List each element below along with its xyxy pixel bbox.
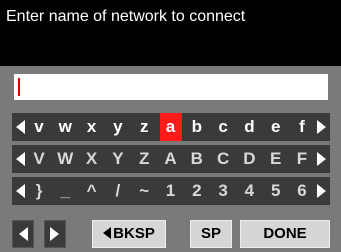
backspace-label: BKSP (113, 225, 155, 242)
key-upper-9[interactable]: E (265, 145, 287, 173)
key-lower-4[interactable]: z (133, 113, 155, 141)
key-upper-1[interactable]: W (54, 145, 76, 173)
row-right-arrow-icon[interactable] (317, 152, 326, 166)
row-left-arrow-icon[interactable] (16, 120, 25, 134)
key-lower-9[interactable]: e (265, 113, 287, 141)
key-symbol-0[interactable]: } (28, 177, 50, 205)
key-symbol-2[interactable]: ^ (81, 177, 103, 205)
key-upper-2[interactable]: X (81, 145, 103, 173)
key-row-lowercase: vwxyzabcdef (12, 113, 330, 141)
key-lower-0[interactable]: v (28, 113, 50, 141)
text-caret (18, 78, 20, 96)
key-row-uppercase: VWXYZABCDEF (12, 145, 330, 173)
keyboard-screen: Enter name of network to connect vwxyzab… (0, 0, 341, 252)
key-symbol-3[interactable]: / (107, 177, 129, 205)
row-left-arrow-icon[interactable] (16, 152, 25, 166)
backspace-button[interactable]: BKSP (92, 220, 166, 248)
backspace-arrow-icon (103, 227, 112, 240)
cursor-left-button[interactable] (12, 220, 34, 248)
key-lower-10[interactable]: f (291, 113, 313, 141)
key-lower-3[interactable]: y (107, 113, 129, 141)
prompt-title: Enter name of network to connect (6, 8, 246, 25)
key-symbol-8[interactable]: 4 (238, 177, 260, 205)
space-button[interactable]: SP (190, 220, 232, 248)
key-lower-8[interactable]: d (238, 113, 260, 141)
network-name-input[interactable] (14, 74, 328, 100)
key-symbol-7[interactable]: 3 (212, 177, 234, 205)
key-upper-8[interactable]: D (238, 145, 260, 173)
right-arrow-icon (50, 227, 59, 241)
done-button[interactable]: DONE (240, 220, 330, 248)
key-lower-2[interactable]: x (81, 113, 103, 141)
left-arrow-icon (19, 227, 28, 241)
key-upper-10[interactable]: F (291, 145, 313, 173)
key-upper-7[interactable]: C (212, 145, 234, 173)
key-upper-6[interactable]: B (186, 145, 208, 173)
key-symbol-6[interactable]: 2 (186, 177, 208, 205)
key-upper-4[interactable]: Z (133, 145, 155, 173)
row-left-arrow-icon[interactable] (16, 184, 25, 198)
key-lower-5[interactable]: a (159, 113, 182, 141)
key-symbol-1[interactable]: _ (54, 177, 76, 205)
done-label: DONE (263, 225, 307, 242)
row-right-arrow-icon[interactable] (317, 184, 326, 198)
key-upper-0[interactable]: V (28, 145, 50, 173)
key-symbol-5[interactable]: 1 (160, 177, 182, 205)
space-label: SP (200, 225, 221, 242)
key-lower-6[interactable]: b (186, 113, 208, 141)
key-upper-5[interactable]: A (160, 145, 182, 173)
key-symbol-4[interactable]: ~ (133, 177, 155, 205)
key-lower-1[interactable]: w (54, 113, 76, 141)
key-lower-7[interactable]: c (212, 113, 234, 141)
row-right-arrow-icon[interactable] (317, 120, 326, 134)
key-symbol-10[interactable]: 6 (291, 177, 313, 205)
cursor-right-button[interactable] (44, 220, 66, 248)
key-upper-3[interactable]: Y (107, 145, 129, 173)
key-row-symbols: } _ ^ / ~1 2 3 4 5 6 (12, 177, 330, 205)
key-symbol-9[interactable]: 5 (265, 177, 287, 205)
